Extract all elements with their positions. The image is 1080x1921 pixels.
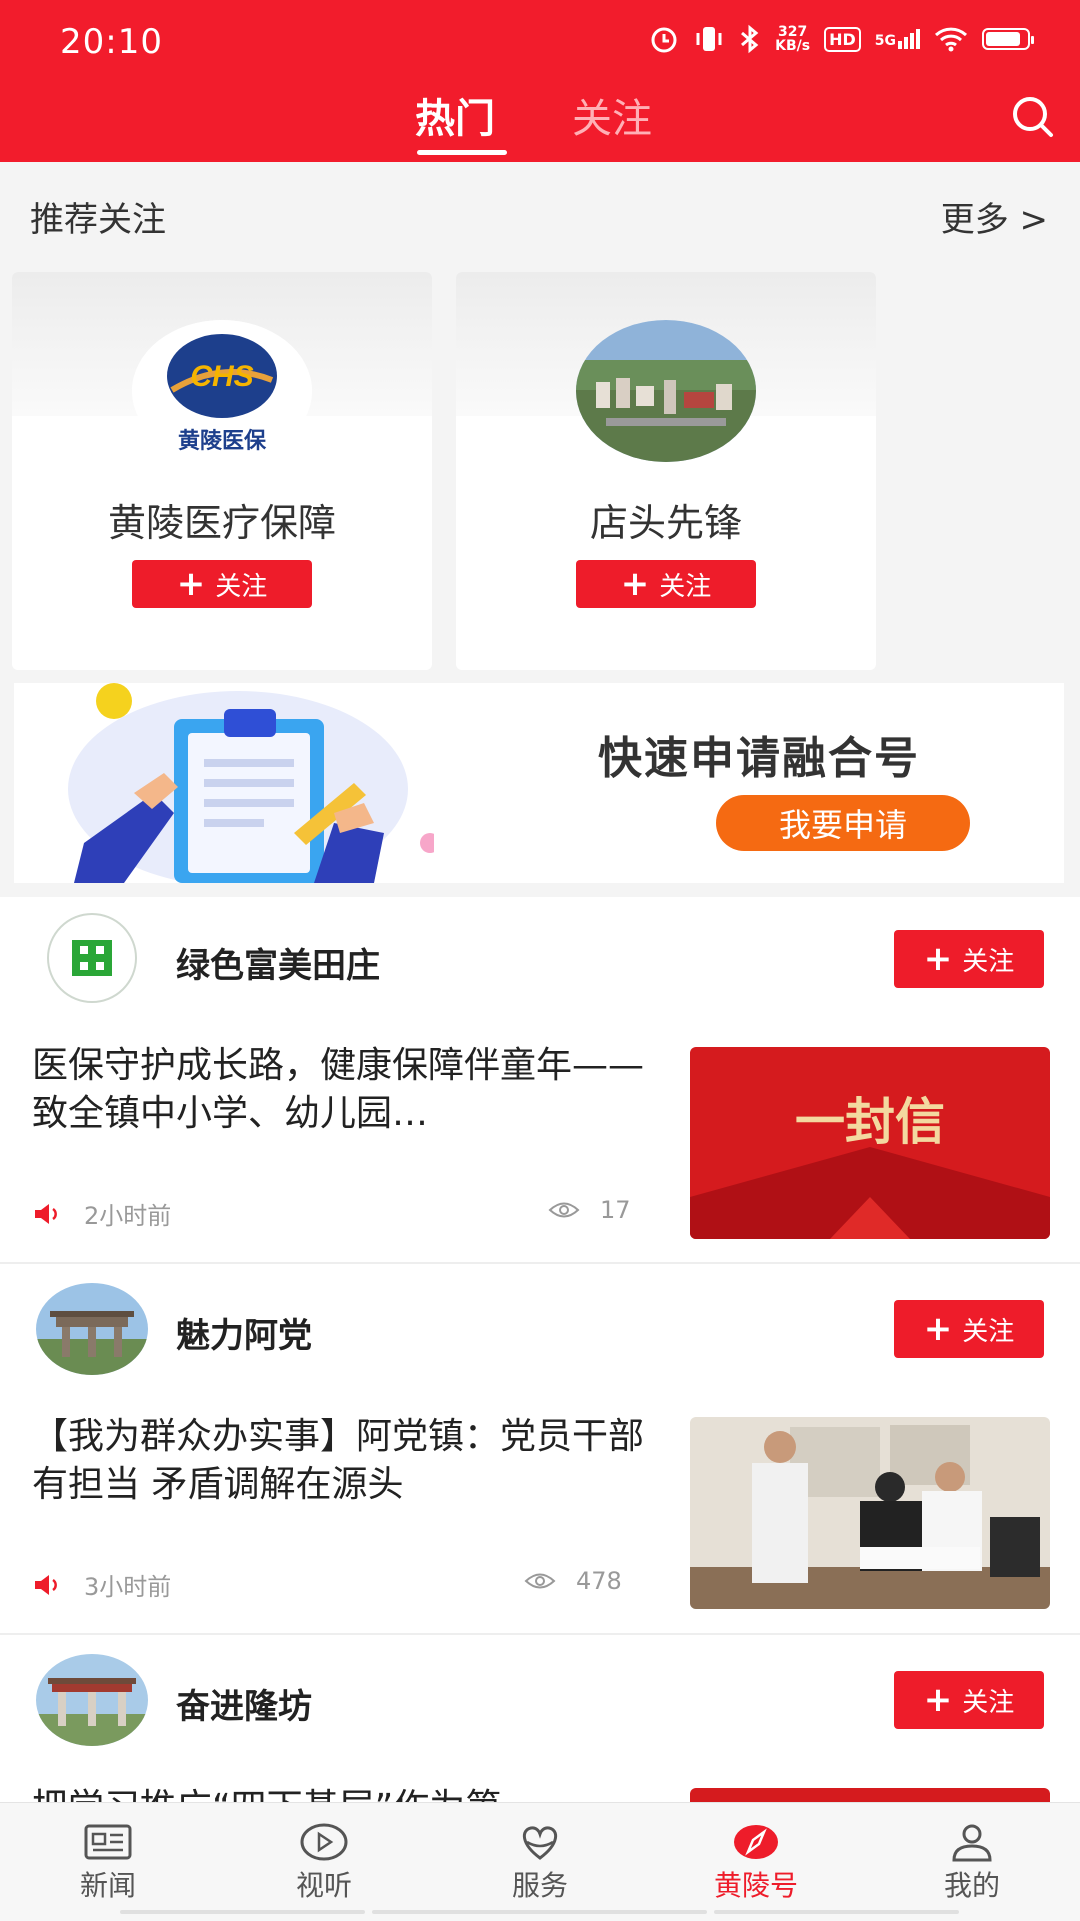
follow-button[interactable]: + 关注 bbox=[894, 1671, 1044, 1729]
clipboard-illustration-icon bbox=[68, 683, 440, 883]
gesture-bar bbox=[714, 1910, 959, 1914]
gesture-bar bbox=[372, 1910, 707, 1914]
post-author[interactable]: 绿色富美田庄 bbox=[176, 938, 380, 987]
recommend-title: 推荐关注 bbox=[30, 200, 166, 240]
news-icon bbox=[84, 1824, 132, 1860]
post-author[interactable]: 奋进隆坊 bbox=[176, 1679, 312, 1728]
user-icon bbox=[952, 1824, 992, 1862]
compass-icon bbox=[734, 1825, 778, 1859]
green-seal-logo-icon bbox=[47, 913, 137, 1003]
gesture-bar bbox=[120, 1910, 365, 1914]
status-time: 20:10 bbox=[60, 22, 163, 62]
avatar[interactable] bbox=[36, 1283, 148, 1375]
nav-item-video[interactable]: 视听 bbox=[264, 1822, 384, 1904]
apply-button[interactable]: 我要申请 bbox=[716, 795, 970, 851]
plus-icon: + bbox=[176, 564, 206, 604]
post-title[interactable]: 医保守护成长路，健康保障伴童年——致全镇中小学、幼儿园… bbox=[32, 1042, 672, 1138]
hd-icon: HD bbox=[824, 26, 861, 52]
card-title: 黄陵医疗保障 bbox=[107, 501, 336, 545]
eye-icon bbox=[548, 1202, 580, 1218]
post-thumbnail[interactable] bbox=[690, 1417, 1050, 1609]
plus-icon: + bbox=[923, 1680, 953, 1720]
nav-item-news[interactable]: 新闻 bbox=[48, 1822, 168, 1904]
plus-icon: + bbox=[620, 564, 650, 604]
banner-title: 快速申请融合号 bbox=[598, 733, 920, 784]
recommend-more-link[interactable]: 更多 > bbox=[941, 192, 1048, 241]
divider bbox=[0, 1262, 1080, 1264]
letter-thumbnail-icon: 一封信 bbox=[690, 1047, 1050, 1239]
avatar[interactable] bbox=[36, 912, 148, 1004]
follow-button[interactable]: + 关注 bbox=[132, 560, 312, 608]
battery-icon bbox=[982, 28, 1034, 50]
recommend-card-huangling-medical[interactable]: CHS 黄陵医保 黄陵医疗保障 + 关注 bbox=[12, 272, 432, 670]
signal-icon: 5G bbox=[875, 29, 920, 49]
eye-icon bbox=[524, 1573, 556, 1589]
wifi-icon bbox=[934, 27, 968, 52]
net-speed: 327 KB/s bbox=[775, 24, 811, 54]
alarm-icon bbox=[651, 27, 677, 53]
nav-item-mine[interactable]: 我的 bbox=[912, 1822, 1032, 1904]
nav-item-huanglinghao[interactable]: 黄陵号 bbox=[696, 1822, 816, 1904]
post-meta-views: 17 bbox=[548, 1196, 631, 1224]
bluetooth-icon bbox=[741, 24, 759, 54]
gate-photo-icon bbox=[36, 1654, 148, 1746]
avatar bbox=[576, 320, 756, 462]
search-icon[interactable] bbox=[1008, 92, 1058, 142]
tab-hot[interactable]: 热门 bbox=[415, 86, 495, 144]
play-icon bbox=[300, 1823, 348, 1861]
tab-follow[interactable]: 关注 bbox=[572, 86, 652, 144]
card-title: 店头先锋 bbox=[589, 501, 742, 545]
archway-photo-icon bbox=[36, 1283, 148, 1375]
chs-logo-icon: CHS 黄陵医保 bbox=[132, 320, 312, 462]
avatar[interactable] bbox=[36, 1654, 148, 1746]
post-meta-time: 3小时前 bbox=[32, 1567, 171, 1602]
town-photo-icon bbox=[576, 320, 756, 462]
speaker-icon bbox=[35, 1203, 57, 1224]
plus-icon: + bbox=[923, 1309, 953, 1349]
post-thumbnail[interactable] bbox=[690, 1788, 1050, 1802]
speaker-icon bbox=[35, 1574, 57, 1595]
post-meta-time: 2小时前 bbox=[32, 1196, 171, 1231]
post-title[interactable]: 把学习推广“四下基层”作为第 bbox=[32, 1784, 672, 1802]
follow-button[interactable]: + 关注 bbox=[894, 930, 1044, 988]
svg-text:一封信: 一封信 bbox=[795, 1092, 945, 1151]
svg-text:黄陵医保: 黄陵医保 bbox=[178, 428, 267, 454]
nav-item-service[interactable]: 服务 bbox=[480, 1822, 600, 1904]
vibrate-icon bbox=[696, 27, 722, 51]
office-photo-icon bbox=[690, 1417, 1050, 1609]
svg-text:CHS: CHS bbox=[190, 360, 253, 393]
recommend-card-diantou[interactable]: 店头先锋 + 关注 bbox=[456, 272, 876, 670]
service-heart-icon bbox=[522, 1826, 558, 1860]
tab-active-indicator bbox=[417, 150, 507, 155]
plus-icon: + bbox=[923, 939, 953, 979]
post-thumbnail[interactable]: 一封信 bbox=[690, 1047, 1050, 1239]
post-meta-views: 478 bbox=[524, 1567, 622, 1595]
post-author[interactable]: 魅力阿党 bbox=[176, 1308, 312, 1357]
divider bbox=[0, 1633, 1080, 1635]
follow-button[interactable]: + 关注 bbox=[576, 560, 756, 608]
follow-button[interactable]: + 关注 bbox=[894, 1300, 1044, 1358]
post-title[interactable]: 【我为群众办实事】阿党镇：党员干部有担当 矛盾调解在源头 bbox=[32, 1413, 672, 1509]
status-icons: 327 KB/s HD 5G bbox=[649, 24, 1034, 54]
avatar: CHS 黄陵医保 bbox=[132, 320, 312, 462]
